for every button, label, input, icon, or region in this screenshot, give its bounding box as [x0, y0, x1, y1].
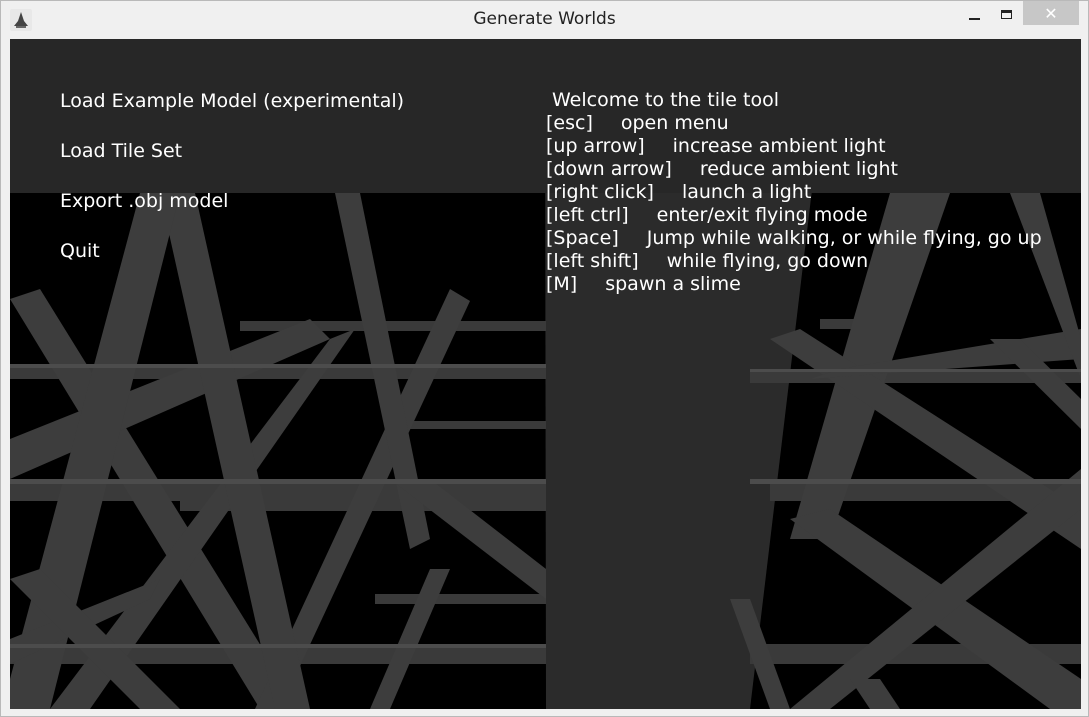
title-bar[interactable]: Generate Worlds ✕ [1, 1, 1088, 38]
menu-item-export-obj[interactable]: Export .obj model [60, 189, 404, 239]
help-action: enter/exit flying mode [656, 204, 868, 226]
help-key: [Space] [546, 227, 619, 249]
help-row: [right click] launch a light [546, 181, 1042, 204]
help-action: Jump while walking, or while flying, go … [646, 227, 1042, 249]
help-action: increase ambient light [672, 135, 886, 157]
help-key: [esc] [546, 112, 593, 134]
help-action: open menu [620, 112, 729, 134]
help-key: [M] [546, 273, 578, 295]
help-row: [M] spawn a slime [546, 273, 1042, 296]
close-button[interactable]: ✕ [1023, 1, 1079, 25]
help-key: [left ctrl] [546, 204, 629, 226]
close-icon: ✕ [1044, 3, 1058, 23]
window-title: Generate Worlds [473, 9, 616, 29]
menu-item-quit[interactable]: Quit [60, 239, 404, 289]
app-window: Generate Worlds ✕ Load Example Model (ex… [0, 0, 1089, 717]
help-row: [left ctrl] enter/exit flying mode [546, 204, 1042, 227]
maximize-icon [1000, 9, 1012, 19]
help-action: reduce ambient light [699, 158, 898, 180]
minimize-button[interactable] [959, 1, 989, 27]
main-menu: Load Example Model (experimental) Load T… [60, 89, 404, 289]
help-action: launch a light [681, 181, 812, 203]
help-row: [left shift] while flying, go down [546, 250, 1042, 273]
menu-item-load-tile-set[interactable]: Load Tile Set [60, 139, 404, 189]
help-action: spawn a slime [605, 273, 741, 295]
menu-item-load-example-model[interactable]: Load Example Model (experimental) [60, 89, 404, 139]
maximize-button[interactable] [991, 1, 1021, 27]
help-key: [up arrow] [546, 135, 645, 157]
help-row: [down arrow] reduce ambient light [546, 158, 1042, 181]
help-row: [up arrow] increase ambient light [546, 135, 1042, 158]
help-key: [left shift] [546, 250, 639, 272]
help-action: while flying, go down [666, 250, 869, 272]
help-key: [down arrow] [546, 158, 672, 180]
help-row: [Space] Jump while walking, or while flyi… [546, 227, 1042, 250]
3d-viewport[interactable]: Load Example Model (experimental) Load T… [10, 39, 1081, 709]
minimize-icon [968, 18, 980, 20]
help-key: [right click] [546, 181, 654, 203]
welcome-text: Welcome to the tile tool [552, 89, 779, 111]
help-row: [esc] open menu [546, 112, 1042, 135]
controls-help: Welcome to the tile tool [esc] open menu … [546, 89, 1042, 296]
